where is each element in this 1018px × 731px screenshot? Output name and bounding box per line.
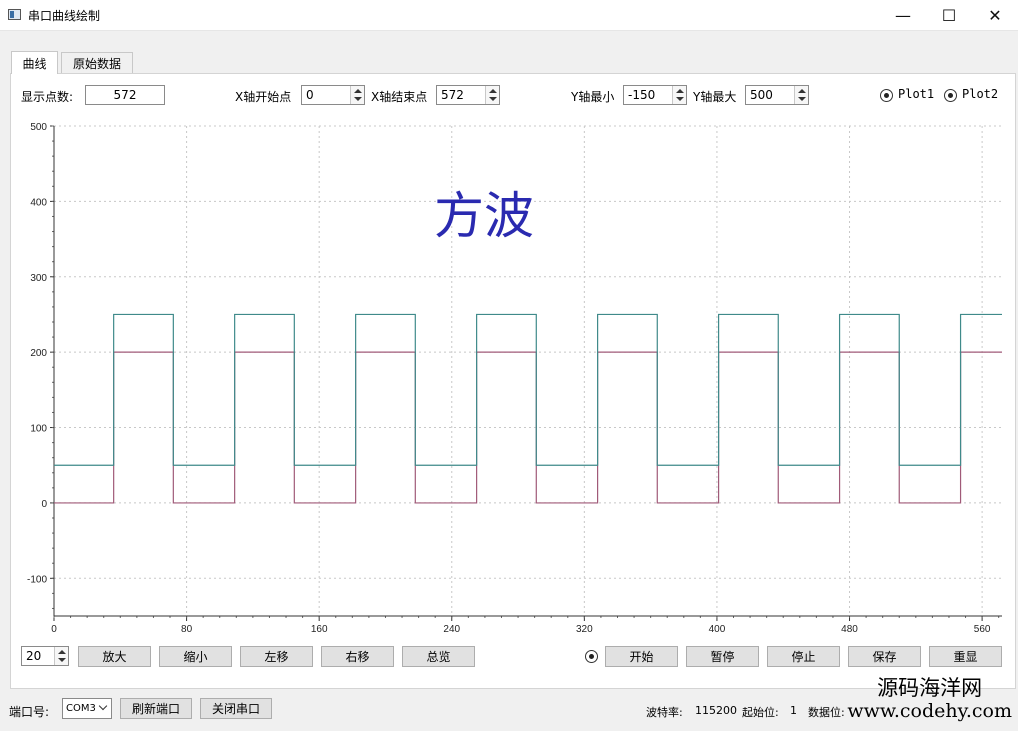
y-tick-label: 500 — [30, 122, 47, 133]
watermark-line2: www.codehy.com — [847, 700, 1012, 722]
y-tick-label: 0 — [41, 499, 47, 510]
y-tick-label: 400 — [30, 197, 47, 208]
watermark-line1: 源码海洋网 — [877, 676, 983, 700]
x-tick-label: 400 — [709, 624, 726, 635]
chart-overlay-title: 方波 — [434, 187, 534, 245]
x-tick-label: 240 — [443, 624, 460, 635]
x-tick-label: 480 — [841, 624, 858, 635]
x-tick-label: 80 — [181, 624, 193, 635]
x-tick-label: 320 — [576, 624, 593, 635]
watermark: 源码海洋网 www.codehy.com — [847, 676, 1012, 722]
y-tick-label: 100 — [30, 424, 47, 435]
series-line-plot2 — [54, 313, 1002, 466]
x-tick-label: 0 — [51, 624, 57, 635]
tab-curve[interactable]: 曲线 — [11, 51, 58, 74]
square-wave-chart: 500 400 300 200 100 0 -100 0 80 160 240 320 400 480 56… — [27, 122, 1002, 635]
y-tick-label: -100 — [27, 574, 47, 585]
y-tick-label: 200 — [30, 348, 47, 359]
y-tick-label: 300 — [30, 273, 47, 284]
chart-series — [54, 313, 1002, 504]
x-tick-label: 560 — [974, 624, 991, 635]
x-tick-label: 160 — [311, 624, 328, 635]
